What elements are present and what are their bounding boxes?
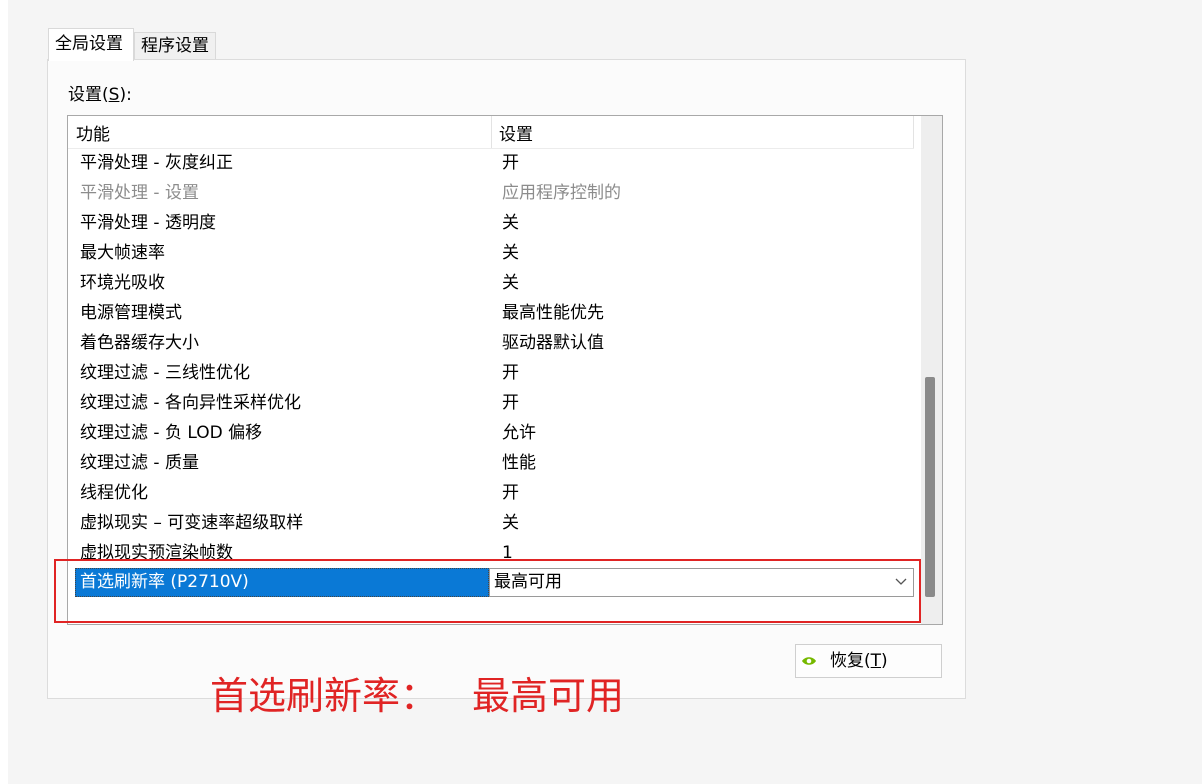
feature-name: 着色器缓存大小	[80, 333, 199, 353]
feature-name: 纹理过滤 - 各向异性采样优化	[80, 393, 301, 413]
restore-button-label: 恢复(T)	[830, 651, 888, 671]
column-header-setting[interactable]: 设置	[499, 120, 533, 145]
list-item[interactable]: 平滑处理 - 灰度纠正 开	[68, 148, 914, 178]
selected-feature-name[interactable]: 首选刷新率 (P2710V)	[75, 568, 489, 597]
feature-value: 允许	[502, 423, 536, 443]
feature-value: 应用程序控制的	[502, 183, 621, 203]
settings-list[interactable]: 功能 设置 平滑处理 - 灰度纠正开 平滑处理 - 设置 应用程序控制的 平滑处理…	[67, 115, 943, 625]
list-item[interactable]: 纹理过滤 - 负 LOD 偏移 允许	[68, 418, 914, 448]
feature-name: 电源管理模式	[80, 303, 182, 323]
tab-global-settings[interactable]: 全局设置	[48, 28, 134, 61]
feature-name: 线程优化	[80, 483, 148, 503]
list-item[interactable]: 虚拟现实 – 可变速率超级取样 关	[68, 508, 914, 538]
feature-name: 平滑处理 - 设置	[80, 183, 199, 203]
list-item[interactable]: 环境光吸收 关	[68, 268, 914, 298]
vertical-scrollbar[interactable]	[921, 116, 942, 624]
feature-value: 开	[502, 393, 519, 413]
list-item[interactable]: 平滑处理 - 设置 应用程序控制的	[68, 178, 914, 208]
tab-program-settings[interactable]: 程序设置	[134, 32, 216, 60]
list-item[interactable]: 纹理过滤 - 三线性优化 开	[68, 358, 914, 388]
annotation-label: 首选刷新率：	[210, 674, 439, 718]
feature-name: 平滑处理 - 灰度纠正	[80, 153, 233, 173]
feature-value: 开	[502, 153, 519, 173]
feature-name: 环境光吸收	[80, 273, 165, 293]
list-item[interactable]: 着色器缓存大小 驱动器默认值	[68, 328, 914, 358]
feature-name: 纹理过滤 - 负 LOD 偏移	[80, 423, 263, 443]
chevron-down-icon	[895, 578, 907, 585]
nvidia-logo-icon	[800, 654, 818, 668]
list-item[interactable]: 线程优化 开	[68, 478, 914, 508]
column-divider-end	[913, 116, 914, 148]
restore-button[interactable]: 恢复(T)	[795, 644, 942, 678]
feature-value: 1	[502, 543, 513, 563]
feature-value: 关	[502, 213, 519, 233]
settings-list-label: 设置(S):	[68, 85, 132, 105]
scrollbar-thumb[interactable]	[925, 377, 935, 597]
feature-name: 纹理过滤 - 三线性优化	[80, 363, 250, 383]
annotation-text: 首选刷新率： 最高可用	[210, 665, 624, 720]
refresh-rate-dropdown[interactable]: 最高可用	[489, 568, 914, 597]
dropdown-value: 最高可用	[494, 572, 562, 592]
feature-value: 最高性能优先	[502, 303, 604, 323]
column-divider[interactable]	[491, 116, 492, 148]
feature-value: 开	[502, 483, 519, 503]
feature-value: 关	[502, 513, 519, 533]
column-header-feature[interactable]: 功能	[76, 120, 110, 145]
list-rows: 平滑处理 - 灰度纠正开 平滑处理 - 设置 应用程序控制的 平滑处理 - 透明度…	[68, 148, 914, 598]
feature-name: 虚拟现实预渲染帧数	[80, 543, 233, 563]
feature-name: 最大帧速率	[80, 243, 165, 263]
feature-name: 虚拟现实 – 可变速率超级取样	[80, 513, 304, 533]
feature-value: 关	[502, 273, 519, 293]
list-item[interactable]: 电源管理模式 最高性能优先	[68, 298, 914, 328]
selected-list-item[interactable]: 首选刷新率 (P2710V) 最高可用	[68, 568, 914, 598]
feature-name: 纹理过滤 - 质量	[80, 453, 199, 473]
list-item[interactable]: 平滑处理 - 透明度 关	[68, 208, 914, 238]
left-margin	[0, 0, 8, 784]
list-item[interactable]: 虚拟现实预渲染帧数 1	[68, 538, 914, 568]
list-item[interactable]: 纹理过滤 - 质量 性能	[68, 448, 914, 478]
feature-value: 性能	[502, 453, 536, 473]
list-header: 功能 设置	[68, 116, 914, 149]
feature-value: 开	[502, 363, 519, 383]
list-item[interactable]: 最大帧速率 关	[68, 238, 914, 268]
feature-value: 驱动器默认值	[502, 333, 604, 353]
feature-value: 关	[502, 243, 519, 263]
feature-name: 平滑处理 - 透明度	[80, 213, 216, 233]
list-item[interactable]: 纹理过滤 - 各向异性采样优化 开	[68, 388, 914, 418]
annotation-value: 最高可用	[472, 674, 625, 718]
